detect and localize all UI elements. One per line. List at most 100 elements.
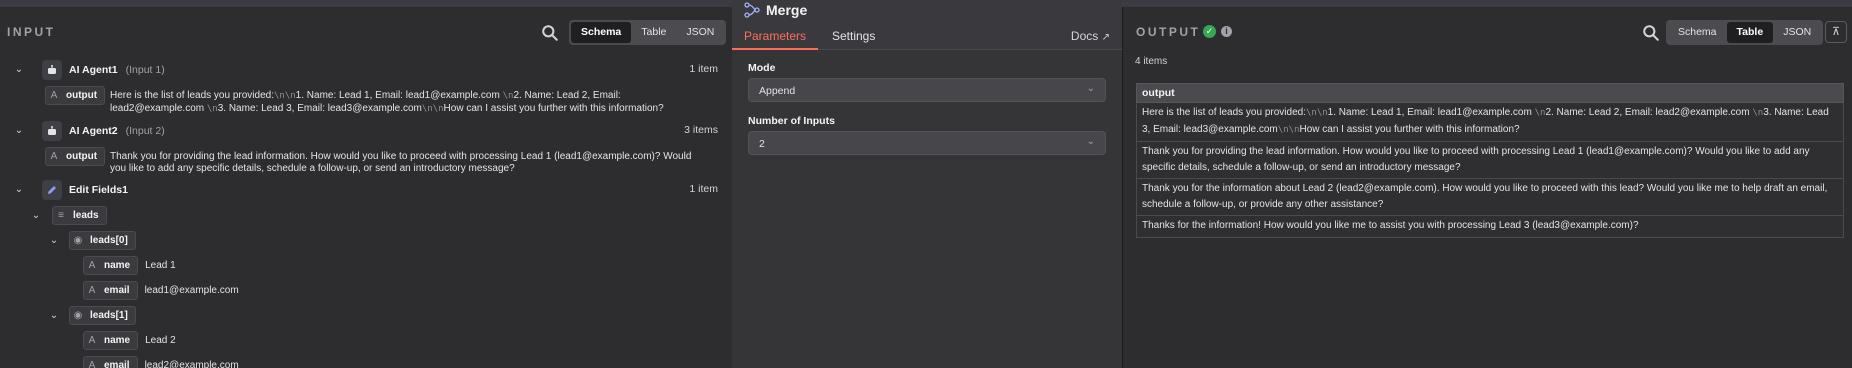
node-title: Merge [766, 2, 808, 18]
output-view-schema[interactable]: Schema [1668, 22, 1727, 43]
table-row: Thank you for the information about Lead… [1136, 178, 1844, 216]
field-row: A email lead2@example.com [83, 356, 239, 368]
string-type-icon: A [88, 360, 96, 368]
field-key: output [66, 151, 98, 162]
table-header-row: output [1136, 83, 1844, 103]
table-cell[interactable]: Thank you for providing the lead informa… [1136, 141, 1844, 179]
input-view-switch: Schema Table JSON [569, 20, 727, 45]
list-icon: ≡ [58, 210, 64, 221]
tree-node-leads[interactable]: ⌄ ≡ leads [30, 206, 107, 225]
field-row: A email lead1@example.com [83, 281, 239, 300]
item-count: 1 item [689, 183, 718, 195]
field-key: email [104, 360, 130, 368]
tree-node-ai-agent1[interactable]: ⌄ AI Agent1 (Input 1) [13, 60, 165, 80]
mode-label: Mode [748, 62, 776, 74]
external-link-icon: ↗ [1101, 32, 1110, 43]
output-table: output Here is the list of leads you pro… [1136, 83, 1844, 238]
field-key: leads[0] [90, 235, 128, 246]
output-view-table[interactable]: Table [1726, 22, 1774, 43]
mode-select[interactable]: Append ⌄ [748, 78, 1106, 102]
input-view-schema[interactable]: Schema [571, 22, 632, 43]
search-icon[interactable] [541, 24, 559, 42]
chevron-down-icon[interactable]: ⌄ [48, 310, 60, 322]
chevron-down-icon[interactable]: ⌄ [13, 64, 25, 76]
robot-icon [42, 121, 62, 141]
number-of-inputs-label: Number of Inputs [748, 115, 835, 127]
field-row: A name Lead 1 [83, 256, 176, 275]
chevron-down-icon[interactable]: ⌄ [13, 184, 25, 196]
field-row: A name Lead 2 [83, 331, 176, 350]
field-value: lead1@example.com [144, 284, 239, 296]
string-type-icon: A [88, 285, 96, 296]
field-pill[interactable]: ≡ leads [52, 206, 107, 225]
field-key: name [104, 260, 131, 271]
item-count: 3 items [684, 124, 718, 136]
active-tab-indicator [732, 48, 818, 50]
field-value: Here is the list of leads you provided:\… [110, 90, 722, 115]
table-cell[interactable]: Here is the list of leads you provided:\… [1136, 102, 1844, 142]
pin-icon[interactable]: ⊼ [1825, 21, 1847, 43]
chevron-down-icon: ⌄ [1086, 136, 1095, 147]
field-pill[interactable]: ◉ leads[0] [69, 231, 136, 250]
tree-node-lead-0[interactable]: ⌄ ◉ leads[0] [48, 231, 136, 250]
docs-link[interactable]: Docs ↗ [1071, 29, 1110, 43]
string-type-icon: A [88, 260, 96, 271]
string-type-icon: A [50, 90, 58, 101]
output-view-switch: Schema Table JSON [1666, 20, 1824, 45]
node-subtitle: (Input 1) [125, 64, 165, 76]
field-value: Lead 2 [145, 334, 176, 346]
tab-settings[interactable]: Settings [832, 29, 875, 43]
info-icon[interactable]: i [1221, 26, 1232, 37]
tab-parameters[interactable]: Parameters [744, 29, 806, 43]
field-value: lead2@example.com [144, 359, 239, 368]
mode-value: Append [759, 85, 796, 97]
field-key: name [104, 335, 131, 346]
field-row: A output [45, 147, 106, 166]
field-key: leads[1] [90, 310, 128, 321]
merge-node-panel: Merge Parameters Settings Docs ↗ Mode Ap… [732, 0, 1122, 368]
tree-node-ai-agent2[interactable]: ⌄ AI Agent2 (Input 2) [13, 121, 165, 141]
field-pill[interactable]: A output [45, 86, 106, 105]
output-title: OUTPUT [1136, 25, 1201, 39]
field-pill[interactable]: A email [83, 356, 138, 368]
input-view-table[interactable]: Table [631, 22, 676, 43]
docs-label: Docs [1070, 29, 1099, 43]
tree-node-edit-fields1[interactable]: ⌄ Edit Fields1 [13, 180, 128, 200]
input-title: INPUT [7, 25, 56, 39]
success-check-icon: ✓ [1203, 25, 1216, 38]
field-value: Lead 1 [145, 259, 176, 271]
value-line: lead2@example.com \n3. Name: Lead 3, Ema… [110, 102, 664, 114]
node-title: AI Agent2 [69, 125, 118, 137]
input-view-json[interactable]: JSON [676, 22, 724, 43]
output-view-json[interactable]: JSON [1773, 22, 1821, 43]
string-type-icon: A [88, 335, 96, 346]
value-line: you like to add any specific details, sc… [110, 162, 515, 174]
chevron-down-icon[interactable]: ⌄ [48, 235, 60, 247]
field-row: A output [45, 86, 106, 105]
field-key: leads [73, 210, 99, 221]
table-row: Thanks for the information! How would yo… [1136, 215, 1844, 238]
table-cell[interactable]: Thanks for the information! How would yo… [1136, 215, 1844, 238]
field-pill[interactable]: ◉ leads[1] [69, 306, 136, 325]
merge-icon [744, 2, 760, 18]
field-key: email [104, 285, 130, 296]
node-subtitle: (Input 2) [125, 125, 165, 137]
field-pill[interactable]: A name [83, 331, 139, 350]
chevron-down-icon[interactable]: ⌄ [13, 125, 25, 137]
field-pill[interactable]: A output [45, 147, 106, 166]
tree-node-lead-1[interactable]: ⌄ ◉ leads[1] [48, 306, 136, 325]
field-key: output [66, 90, 98, 101]
chevron-down-icon[interactable]: ⌄ [30, 210, 42, 222]
object-icon: ◉ [73, 310, 83, 321]
search-icon[interactable] [1642, 24, 1660, 42]
number-of-inputs-select[interactable]: 2 ⌄ [748, 131, 1106, 155]
value-line: Thank you for providing the lead informa… [110, 151, 692, 162]
table-row: Here is the list of leads you provided:\… [1136, 102, 1844, 142]
value-line: Here is the list of leads you provided:\… [110, 90, 621, 101]
field-pill[interactable]: A email [83, 281, 138, 300]
item-count: 1 item [689, 63, 718, 75]
field-pill[interactable]: A name [83, 256, 139, 275]
field-value: Thank you for providing the lead informa… [110, 151, 722, 174]
table-cell[interactable]: Thank you for the information about Lead… [1136, 178, 1844, 216]
column-header[interactable]: output [1136, 83, 1844, 103]
